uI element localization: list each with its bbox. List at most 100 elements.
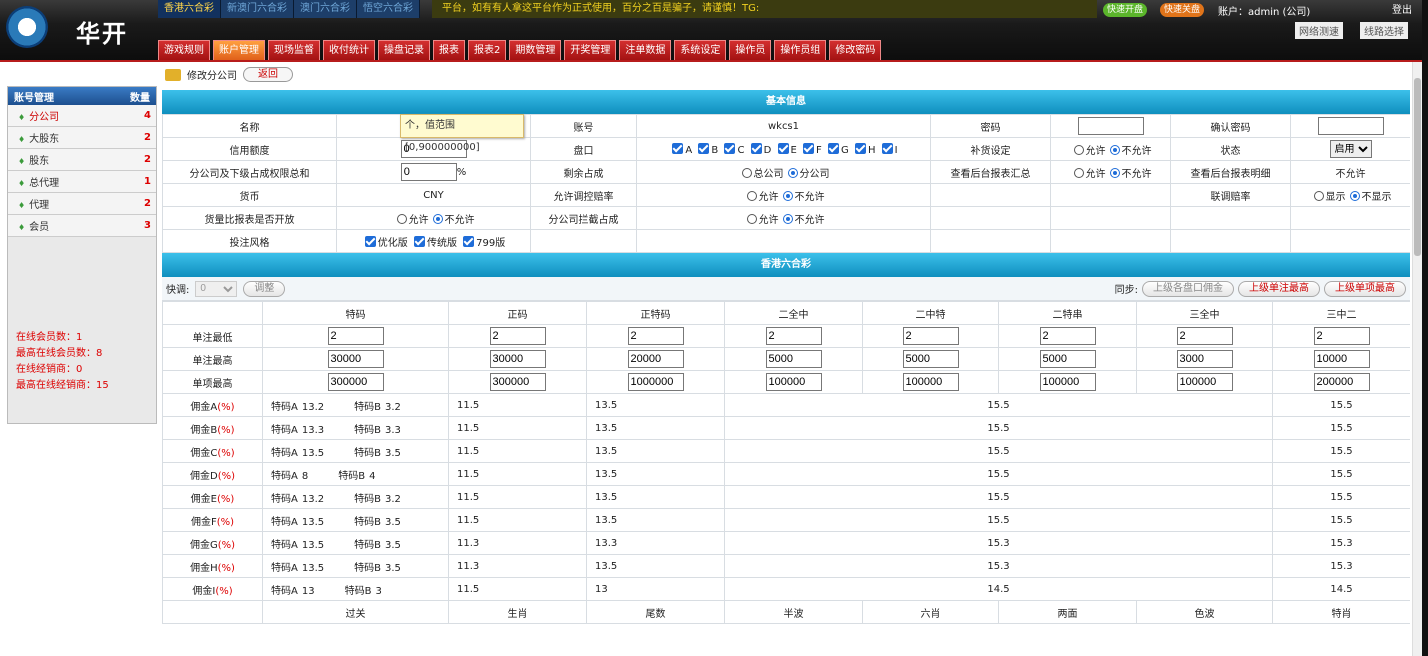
- tab-game-new-macau[interactable]: 新澳门六合彩: [221, 0, 294, 18]
- menu-change-password[interactable]: 修改密码: [829, 40, 882, 60]
- sidebar-item-shareholder[interactable]: 股东 2: [8, 149, 156, 171]
- scrollbar-thumb[interactable]: [1414, 78, 1421, 256]
- menu-draw-management[interactable]: 开奖管理: [564, 40, 617, 60]
- confirm-password-cell: [1290, 114, 1410, 138]
- tab-game-hk[interactable]: 香港六合彩: [158, 0, 221, 18]
- vertical-scrollbar[interactable]: [1412, 62, 1422, 656]
- radio-checked-icon[interactable]: [782, 190, 793, 201]
- limit-field[interactable]: [627, 373, 684, 391]
- empty-cell: [1290, 206, 1410, 230]
- sidebar-item-member[interactable]: 会员 3: [8, 215, 156, 237]
- checkbox-icon[interactable]: [750, 142, 762, 154]
- status-select[interactable]: 启用: [1329, 140, 1372, 158]
- menu-live-monitor[interactable]: 现场监督: [268, 40, 320, 60]
- radio-checked-icon[interactable]: [1349, 190, 1360, 201]
- limit-cell: [262, 347, 449, 371]
- radio-checked-icon[interactable]: [1109, 144, 1120, 155]
- menu-account-management[interactable]: 账户管理: [213, 40, 265, 60]
- limit-field[interactable]: [765, 350, 822, 368]
- sidebar-item-general-agent[interactable]: 总代理 1: [8, 171, 156, 193]
- tema-cell: 特码A 13.3 特码B 3.3: [262, 416, 449, 440]
- limit-field[interactable]: [902, 373, 959, 391]
- limit-field[interactable]: [327, 350, 384, 368]
- password-field[interactable]: [1077, 117, 1144, 135]
- sidebar-item-major-shareholder[interactable]: 大股东 2: [8, 127, 156, 149]
- radio-icon[interactable]: [396, 213, 407, 224]
- quick-open-button[interactable]: 快速开盘: [1103, 3, 1148, 17]
- share-total-field[interactable]: [400, 163, 457, 181]
- limit-field[interactable]: [327, 327, 384, 345]
- menu-report-2[interactable]: 报表2: [468, 40, 507, 60]
- confirm-password-field[interactable]: [1317, 117, 1384, 135]
- limit-field[interactable]: [1039, 327, 1096, 345]
- limit-field[interactable]: [489, 350, 546, 368]
- limit-field[interactable]: [489, 373, 546, 391]
- radio-icon[interactable]: [1073, 167, 1084, 178]
- menu-operator-group[interactable]: 操作员组: [774, 40, 827, 60]
- limit-field[interactable]: [327, 373, 384, 391]
- menu-game-rules[interactable]: 游戏规则: [158, 40, 210, 60]
- limit-field[interactable]: [1313, 327, 1370, 345]
- checkbox-icon[interactable]: [672, 142, 684, 154]
- limit-field[interactable]: [902, 327, 959, 345]
- tab-game-macau[interactable]: 澳门六合彩: [294, 0, 357, 18]
- limit-field[interactable]: [1313, 350, 1370, 368]
- radio-icon[interactable]: [741, 167, 752, 178]
- limit-field[interactable]: [1176, 373, 1233, 391]
- back-button[interactable]: 返回: [243, 67, 293, 82]
- radio-checked-icon[interactable]: [782, 213, 793, 224]
- checkbox-icon[interactable]: [803, 142, 815, 154]
- menu-operation-log[interactable]: 操盘记录: [378, 40, 430, 60]
- sync-item-max-button[interactable]: 上级单项最高: [1324, 280, 1406, 297]
- adjust-button[interactable]: 调整: [243, 280, 286, 297]
- checkbox-icon[interactable]: [463, 235, 475, 247]
- sync-commission-button[interactable]: 上级各盘口佣金: [1142, 280, 1234, 297]
- menu-period-management[interactable]: 期数管理: [509, 40, 562, 60]
- checkbox-icon[interactable]: [854, 142, 866, 154]
- checkbox-icon[interactable]: [698, 142, 710, 154]
- checkbox-icon[interactable]: [828, 142, 839, 154]
- limit-field[interactable]: [627, 350, 684, 368]
- linked-odds-options: 显示 不显示: [1290, 183, 1410, 207]
- sync-single-max-button[interactable]: 上级单注最高: [1238, 280, 1320, 297]
- quick-close-button[interactable]: 快速关盘: [1160, 3, 1205, 17]
- limit-field[interactable]: [765, 373, 822, 391]
- net-check-button[interactable]: 网络测速: [1295, 22, 1343, 39]
- tab-game-wukong[interactable]: 悟空六合彩: [357, 0, 420, 18]
- menu-system-settings[interactable]: 系统设定: [674, 40, 727, 60]
- sidebar-item-branch[interactable]: 分公司 4: [8, 105, 156, 127]
- radio-icon[interactable]: [1313, 190, 1324, 201]
- logout-button[interactable]: 登出: [1392, 1, 1412, 16]
- percent-sign: (%): [217, 401, 235, 413]
- radio-icon[interactable]: [746, 213, 757, 224]
- menu-payment-stats[interactable]: 收付统计: [323, 40, 375, 60]
- menu-operator[interactable]: 操作员: [729, 40, 772, 60]
- checkbox-icon[interactable]: [413, 235, 425, 247]
- limit-field[interactable]: [1176, 327, 1233, 345]
- quick-adjust-select[interactable]: 0: [195, 280, 238, 297]
- limit-field[interactable]: [1176, 350, 1233, 368]
- checkbox-icon[interactable]: [777, 142, 789, 154]
- radio-checked-icon[interactable]: [1109, 167, 1120, 178]
- radio-icon[interactable]: [1073, 144, 1084, 155]
- radio-icon[interactable]: [746, 190, 757, 201]
- checkbox-icon[interactable]: [364, 235, 376, 247]
- tema-b-label: 特码B: [354, 562, 381, 574]
- menu-bet-data[interactable]: 注单数据: [619, 40, 672, 60]
- limit-field[interactable]: [1313, 373, 1370, 391]
- radio-checked-icon[interactable]: [787, 167, 798, 178]
- sidebar-item-agent[interactable]: 代理 2: [8, 193, 156, 215]
- checkbox-icon[interactable]: [724, 142, 736, 154]
- limit-field[interactable]: [1039, 350, 1096, 368]
- limit-cell: [586, 347, 725, 371]
- checkbox-icon[interactable]: [881, 142, 893, 154]
- limit-field[interactable]: [1039, 373, 1096, 391]
- line-select-button[interactable]: 线路选择: [1360, 22, 1408, 39]
- limit-field[interactable]: [902, 350, 959, 368]
- menu-report[interactable]: 报表: [433, 40, 465, 60]
- limit-field[interactable]: [489, 327, 546, 345]
- limit-field[interactable]: [627, 327, 684, 345]
- radio-checked-icon[interactable]: [432, 213, 443, 224]
- limit-field[interactable]: [765, 327, 822, 345]
- account-value: wkcs1: [636, 114, 931, 138]
